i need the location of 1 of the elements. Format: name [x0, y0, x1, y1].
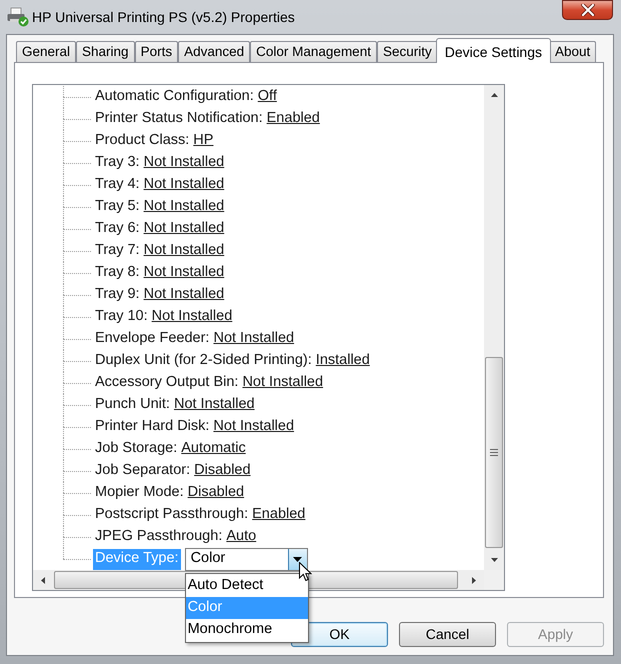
window-title: HP Universal Printing PS (v5.2) Properties — [32, 8, 295, 27]
